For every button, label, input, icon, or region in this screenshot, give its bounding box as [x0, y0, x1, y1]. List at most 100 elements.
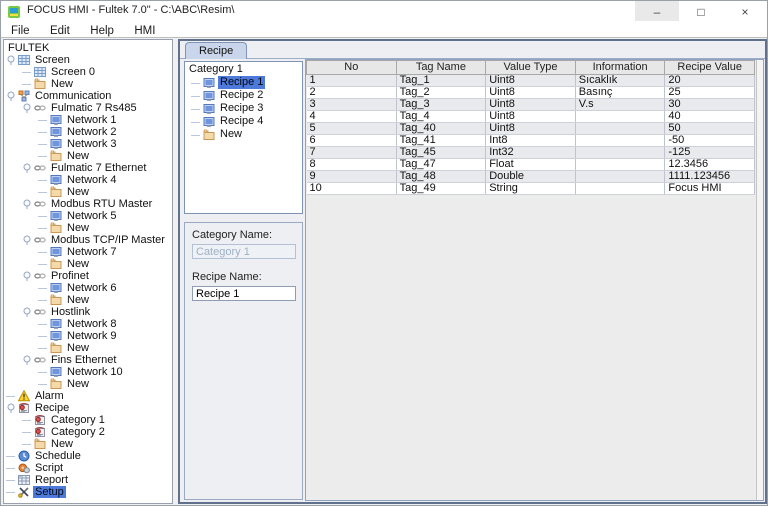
column-header-value-type[interactable]: Value Type — [485, 60, 576, 75]
category-tree-item-recipe-4[interactable]: Recipe 4 — [185, 115, 302, 128]
expand-handle-icon[interactable] — [6, 54, 18, 66]
tree-item-modbus-tcp-ip-master[interactable]: Modbus TCP/IP Master — [4, 234, 172, 246]
table-cell[interactable] — [575, 134, 666, 147]
category-tree-root[interactable]: Category 1 — [185, 63, 302, 76]
tree-item-network-9[interactable]: Network 9 — [4, 330, 172, 342]
minimize-button[interactable]: – — [635, 1, 679, 23]
expand-handle-icon[interactable] — [22, 162, 34, 174]
tree-item-communication[interactable]: Communication — [4, 90, 172, 102]
table-cell[interactable]: Uint8 — [485, 86, 576, 99]
table-cell[interactable]: Tag_47 — [396, 158, 487, 171]
table-cell[interactable] — [575, 110, 666, 123]
tree-item-fulmatic-7-ethernet[interactable]: Fulmatic 7 Ethernet — [4, 162, 172, 174]
table-cell[interactable] — [575, 122, 666, 135]
tab-recipe[interactable]: Recipe — [185, 42, 248, 59]
table-cell[interactable]: 5 — [306, 122, 397, 135]
tree-item-network-4[interactable]: Network 4 — [4, 174, 172, 186]
table-cell[interactable]: Tag_40 — [396, 122, 487, 135]
expand-handle-icon[interactable] — [22, 102, 34, 114]
table-cell[interactable]: 4 — [306, 110, 397, 123]
tree-item-category-2[interactable]: Category 2 — [4, 426, 172, 438]
table-cell[interactable]: -125 — [664, 146, 755, 159]
table-cell[interactable] — [575, 182, 666, 195]
tree-item-network-2[interactable]: Network 2 — [4, 126, 172, 138]
expand-handle-icon[interactable] — [22, 270, 34, 282]
tree-item-new[interactable]: New — [4, 294, 172, 306]
table-cell[interactable]: Int32 — [485, 146, 576, 159]
table-cell[interactable] — [575, 146, 666, 159]
tree-item-new[interactable]: New — [4, 222, 172, 234]
expand-handle-icon[interactable] — [6, 90, 18, 102]
tree-item-script[interactable]: Script — [4, 462, 172, 474]
table-cell[interactable]: 1111.123456 — [664, 170, 755, 183]
recipe-name-input[interactable] — [192, 286, 296, 301]
table-cell[interactable]: Tag_45 — [396, 146, 487, 159]
table-cell[interactable]: Focus HMI — [664, 182, 755, 195]
column-header-tag-name[interactable]: Tag Name — [395, 60, 487, 75]
table-cell[interactable]: 20 — [664, 74, 755, 87]
tree-item-network-1[interactable]: Network 1 — [4, 114, 172, 126]
expand-handle-icon[interactable] — [22, 354, 34, 366]
tree-item-new[interactable]: New — [4, 186, 172, 198]
maximize-button[interactable]: □ — [679, 1, 723, 23]
tree-item-new[interactable]: New — [4, 258, 172, 270]
table-cell[interactable]: -50 — [664, 134, 755, 147]
tree-item-network-6[interactable]: Network 6 — [4, 282, 172, 294]
category-tree-item-new[interactable]: New — [185, 128, 302, 141]
table-cell[interactable]: 10 — [306, 182, 397, 195]
menu-hmi[interactable]: HMI — [126, 23, 163, 37]
table-cell[interactable]: 1 — [306, 74, 397, 87]
table-cell[interactable]: 9 — [306, 170, 397, 183]
expand-handle-icon[interactable] — [22, 234, 34, 246]
table-cell[interactable] — [575, 158, 666, 171]
tree-item-fultek[interactable]: FULTEK — [4, 42, 172, 54]
menu-edit[interactable]: Edit — [42, 23, 78, 37]
close-button[interactable]: × — [723, 1, 767, 23]
tree-item-recipe[interactable]: Recipe — [4, 402, 172, 414]
tree-item-new[interactable]: New — [4, 150, 172, 162]
tree-item-new[interactable]: New — [4, 78, 172, 90]
table-cell[interactable]: Uint8 — [485, 98, 576, 111]
table-cell[interactable]: Tag_1 — [396, 74, 487, 87]
vertical-scrollbar[interactable] — [756, 60, 763, 500]
category-tree-item-recipe-2[interactable]: Recipe 2 — [185, 89, 302, 102]
table-cell[interactable]: 30 — [664, 98, 755, 111]
column-header-information[interactable]: Information — [574, 60, 666, 75]
tree-item-category-1[interactable]: Category 1 — [4, 414, 172, 426]
tree-item-network-10[interactable]: Network 10 — [4, 366, 172, 378]
expand-handle-icon[interactable] — [22, 198, 34, 210]
tree-item-fulmatic-7-rs485[interactable]: Fulmatic 7 Rs485 — [4, 102, 172, 114]
table-cell[interactable]: 7 — [306, 146, 397, 159]
category-tree-item-recipe-3[interactable]: Recipe 3 — [185, 102, 302, 115]
tree-item-schedule[interactable]: Schedule — [4, 450, 172, 462]
tree-item-network-7[interactable]: Network 7 — [4, 246, 172, 258]
table-cell[interactable]: 3 — [306, 98, 397, 111]
table-cell[interactable]: 8 — [306, 158, 397, 171]
table-cell[interactable]: Sıcaklık — [575, 74, 666, 87]
tree-item-new[interactable]: New — [4, 342, 172, 354]
table-cell[interactable]: Tag_4 — [396, 110, 487, 123]
tree-item-screen-0[interactable]: Screen 0 — [4, 66, 172, 78]
table-cell[interactable]: V.s — [575, 98, 666, 111]
table-cell[interactable]: 12.3456 — [664, 158, 755, 171]
table-cell[interactable]: Basınç — [575, 86, 666, 99]
tree-item-setup[interactable]: Setup — [4, 486, 172, 498]
table-cell[interactable]: Uint8 — [485, 122, 576, 135]
tree-item-new[interactable]: New — [4, 378, 172, 390]
tree-item-network-5[interactable]: Network 5 — [4, 210, 172, 222]
expand-handle-icon[interactable] — [22, 306, 34, 318]
table-cell[interactable]: Int8 — [485, 134, 576, 147]
tree-item-network-8[interactable]: Network 8 — [4, 318, 172, 330]
table-cell[interactable]: String — [485, 182, 576, 195]
category-tree-item-recipe-1[interactable]: Recipe 1 — [185, 76, 302, 89]
table-cell[interactable]: Double — [485, 170, 576, 183]
table-cell[interactable] — [575, 170, 666, 183]
menu-help[interactable]: Help — [82, 23, 122, 37]
table-cell[interactable]: Float — [485, 158, 576, 171]
tree-item-hostlink[interactable]: Hostlink — [4, 306, 172, 318]
table-cell[interactable]: 2 — [306, 86, 397, 99]
expand-handle-icon[interactable] — [6, 402, 18, 414]
table-cell[interactable]: Tag_41 — [396, 134, 487, 147]
column-header-no[interactable]: No — [306, 60, 397, 75]
table-cell[interactable]: Tag_48 — [396, 170, 487, 183]
